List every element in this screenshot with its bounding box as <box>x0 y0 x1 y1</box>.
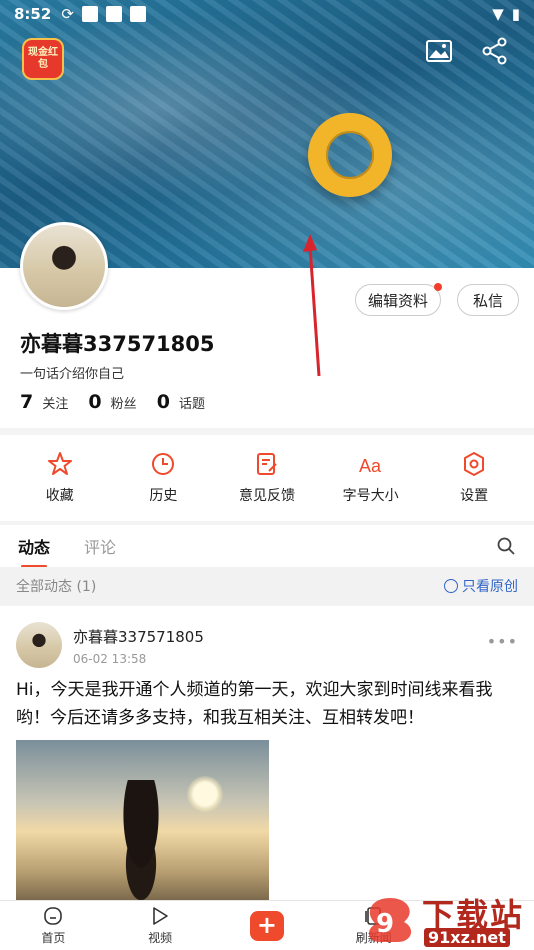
play-icon <box>153 907 168 925</box>
svg-text:9: 9 <box>376 909 394 939</box>
watermark-bottom-text: 91xz.net <box>424 928 510 947</box>
stat-label: 关注 <box>42 397 69 412</box>
menu-label: 字号大小 <box>342 488 399 504</box>
post-avatar[interactable] <box>16 622 62 668</box>
nav-home[interactable]: 首页 <box>13 905 93 946</box>
red-dot-badge <box>434 283 442 291</box>
avatar[interactable] <box>20 222 108 310</box>
post-card: 亦暮暮337571805 06-02 13:58 ••• Hi，今天是我开通个人… <box>0 606 534 906</box>
notification-icon <box>105 6 122 22</box>
post-image-figure <box>106 780 176 906</box>
original-only-label: 只看原创 <box>462 579 518 595</box>
battery-icon: ▮ <box>511 5 520 23</box>
wifi-icon: ▼ <box>492 5 504 23</box>
more-icon[interactable]: ••• <box>487 632 518 651</box>
menu-item-history[interactable]: 历史 <box>113 451 213 505</box>
settings-icon <box>464 452 485 476</box>
menu-label: 收藏 <box>45 488 74 504</box>
post-author[interactable]: 亦暮暮337571805 <box>73 626 204 647</box>
all-activity-label: 全部动态 (1) <box>16 579 97 595</box>
tab-comments[interactable]: 评论 <box>84 534 116 558</box>
edit-profile-button[interactable]: 编辑资料 <box>355 283 442 316</box>
nav-publish[interactable]: + <box>227 910 307 941</box>
stats-row: 7 关注 0 粉丝 0 话题 <box>20 391 205 413</box>
menu-item-settings[interactable]: 设置 <box>424 451 524 505</box>
menu-label: 设置 <box>460 488 489 504</box>
status-time: 8:52 <box>14 5 52 23</box>
status-bar: 8:52 ⟳ ▼ ▮ <box>0 0 534 28</box>
status-right: ▼ ▮ <box>492 5 520 23</box>
screen: 8:52 ⟳ ▼ ▮ 现金红包 编辑资料 私信 亦暮暮337571805 一句话… <box>0 0 534 950</box>
stat-label: 话题 <box>179 397 206 412</box>
menu-item-font-size[interactable]: Aa 字号大小 <box>321 451 421 505</box>
plus-icon: + <box>249 910 284 941</box>
search-icon[interactable] <box>496 536 516 556</box>
stat-topics[interactable]: 0 话题 <box>157 391 205 413</box>
nav-video[interactable]: 视频 <box>120 905 200 946</box>
star-icon <box>47 452 72 475</box>
menu-label: 历史 <box>149 488 178 504</box>
post-image[interactable] <box>16 740 269 906</box>
filter-bar: 全部动态 (1) 只看原创 <box>0 567 534 605</box>
radio-icon <box>444 579 458 593</box>
username: 亦暮暮337571805 <box>20 332 215 356</box>
watermark: 9 下载站 91xz.net <box>358 890 530 948</box>
menu-label: 意见反馈 <box>238 488 295 504</box>
message-button[interactable]: 私信 <box>457 284 519 316</box>
watermark-logo: 9 <box>368 898 412 942</box>
red-packet-button[interactable]: 现金红包 <box>22 38 64 80</box>
stat-count: 0 <box>156 391 170 413</box>
clock-icon <box>152 453 175 475</box>
notification-icon <box>81 6 98 22</box>
stat-following[interactable]: 7 关注 <box>20 391 68 413</box>
original-only-toggle[interactable]: 只看原创 <box>444 576 518 596</box>
svg-text:Aa: Aa <box>359 456 382 476</box>
nav-label: 视频 <box>148 931 173 945</box>
bio[interactable]: 一句话介绍你自己 <box>20 363 124 382</box>
font-size-icon: Aa <box>359 456 382 476</box>
tab-activity[interactable]: 动态 <box>18 534 50 568</box>
message-label: 私信 <box>472 291 503 310</box>
sync-icon: ⟳ <box>61 5 74 23</box>
stat-count: 7 <box>20 391 34 413</box>
notification-icon <box>129 6 146 22</box>
content-tabs: 动态 评论 <box>0 525 534 568</box>
nav-label: 首页 <box>41 931 66 945</box>
post-text[interactable]: Hi，今天是我开通个人频道的第一天，欢迎大家到时间线来看我哟！今后还请多多支持，… <box>16 676 521 732</box>
quick-menu: 收藏 历史 意见反馈 Aa 字号大小 设置 <box>0 435 534 521</box>
pool-ring <box>308 113 392 197</box>
home-icon <box>44 907 63 925</box>
status-icons: ⟳ <box>61 5 146 23</box>
stat-label: 粉丝 <box>110 397 137 412</box>
stat-count: 0 <box>88 391 102 413</box>
image-icon[interactable] <box>424 36 454 66</box>
menu-item-favorites[interactable]: 收藏 <box>10 451 110 505</box>
edit-profile-label: 编辑资料 <box>367 291 428 310</box>
share-icon[interactable] <box>480 36 510 66</box>
stat-followers[interactable]: 0 粉丝 <box>88 391 136 413</box>
menu-item-feedback[interactable]: 意见反馈 <box>217 451 317 505</box>
post-time: 06-02 13:58 <box>73 652 147 666</box>
edit-note-icon <box>256 453 277 475</box>
post-image-sun <box>187 776 223 812</box>
